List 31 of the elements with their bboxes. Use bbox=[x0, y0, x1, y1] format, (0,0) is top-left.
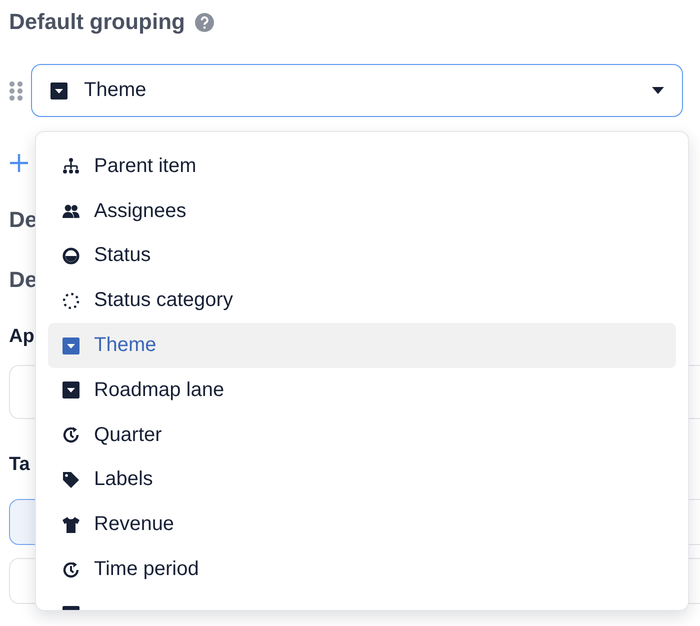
field-label: Ta bbox=[9, 454, 30, 477]
section-heading: De bbox=[9, 207, 38, 234]
section-heading: Default grouping bbox=[9, 9, 185, 35]
menu-item[interactable]: Roadmap lane bbox=[48, 368, 676, 413]
field-label: Ap bbox=[9, 326, 34, 349]
clock-icon bbox=[62, 426, 80, 444]
drag-handle-icon[interactable] bbox=[9, 80, 23, 100]
section-heading: De bbox=[9, 267, 38, 294]
menu-item[interactable]: Status category bbox=[48, 278, 676, 324]
tag-icon bbox=[62, 470, 80, 489]
caret-icon bbox=[652, 87, 664, 94]
menu-item[interactable]: Labels bbox=[48, 458, 676, 502]
dropdown-icon bbox=[50, 82, 68, 100]
dropdown-icon bbox=[62, 381, 80, 400]
help-icon[interactable] bbox=[194, 12, 214, 32]
menu-item[interactable]: Theme bbox=[48, 323, 676, 368]
menu-item[interactable]: Assignees bbox=[48, 188, 676, 234]
people-icon bbox=[62, 202, 80, 220]
status-icon bbox=[62, 246, 80, 265]
menu-item[interactable]: Quarter bbox=[48, 412, 676, 458]
clock-icon bbox=[62, 560, 80, 579]
dashed-circle-icon bbox=[62, 292, 80, 310]
menu-item[interactable]: Parent item bbox=[48, 144, 676, 189]
menu-item[interactable]: Time period bbox=[48, 547, 676, 592]
hierarchy-icon bbox=[62, 157, 80, 176]
dropdown-icon bbox=[62, 336, 80, 355]
menu-item[interactable]: Status bbox=[48, 234, 676, 278]
menu-item[interactable]: Revenue bbox=[48, 502, 676, 548]
grouping-select[interactable]: Theme bbox=[31, 64, 683, 117]
plus-icon[interactable] bbox=[9, 153, 29, 173]
shirt-icon bbox=[62, 516, 80, 534]
